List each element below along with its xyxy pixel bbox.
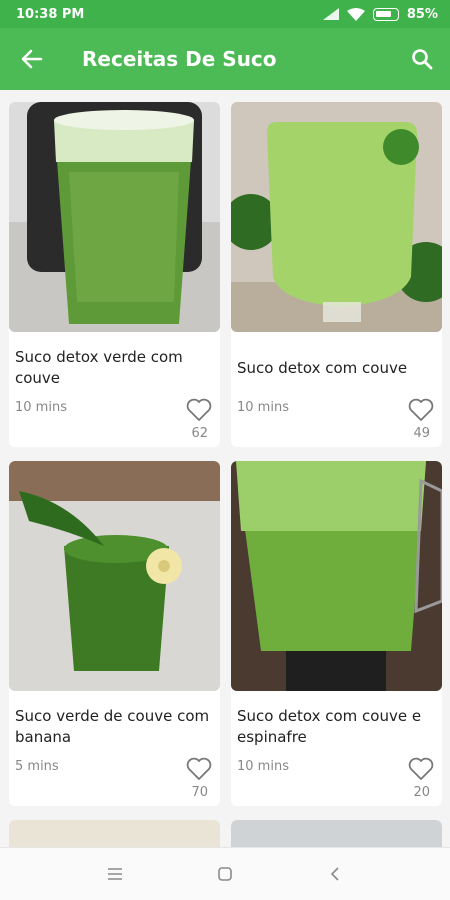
recipe-likes: 20: [413, 785, 430, 800]
recipe-photo: [231, 820, 442, 847]
recipe-title: Suco verde de couve com banana: [15, 707, 210, 746]
recipe-card[interactable]: [9, 820, 220, 847]
recipe-likes: 49: [413, 426, 430, 441]
chevron-left-icon: [330, 867, 339, 881]
recipe-title: Suco detox com couve: [237, 359, 408, 377]
recipe-photo: [9, 102, 220, 332]
heart-outline-icon[interactable]: [186, 398, 212, 422]
recipe-card[interactable]: Suco detox com couve e espinafre 10 mins…: [231, 461, 442, 806]
nav-back-button[interactable]: [315, 854, 355, 894]
recipe-photo: [9, 461, 220, 691]
recipe-time: 10 mins: [15, 400, 67, 415]
nav-home-button[interactable]: [205, 854, 245, 894]
menu-icon: [108, 868, 122, 880]
recipe-card[interactable]: Suco detox com couve 10 mins 49: [231, 102, 442, 447]
recipe-title: Suco detox com couve e espinafre: [237, 707, 422, 746]
signal-icon: [322, 8, 339, 20]
square-icon: [218, 867, 232, 881]
heart-outline-icon[interactable]: [186, 757, 212, 781]
recipe-card[interactable]: Suco detox verde com couve 10 mins 62: [9, 102, 220, 447]
recipe-card[interactable]: Suco verde de couve com banana 5 mins 70: [9, 461, 220, 806]
recipe-photo: [9, 820, 220, 847]
recipe-card[interactable]: [231, 820, 442, 847]
recipe-time: 5 mins: [15, 759, 59, 774]
page-title: Receitas De Suco: [82, 47, 277, 71]
battery-percent: 85%: [406, 6, 438, 22]
recipe-photo: [231, 461, 442, 691]
search-icon: [412, 49, 433, 70]
heart-outline-icon[interactable]: [408, 757, 434, 781]
status-time: 10:38 PM: [16, 6, 85, 22]
recipe-photo: [231, 102, 442, 332]
battery-icon: [372, 7, 399, 21]
recipe-likes: 70: [191, 785, 208, 800]
recipe-time: 10 mins: [237, 759, 289, 774]
status-icons: 85%: [322, 6, 438, 22]
wifi-icon: [346, 7, 365, 21]
recipe-time: 10 mins: [237, 400, 289, 415]
arrow-left-icon: [21, 49, 43, 69]
recipe-grid: Suco detox verde com couve 10 mins 62 Su…: [0, 90, 450, 847]
app-bar: Receitas De Suco: [0, 28, 450, 90]
nav-menu-button[interactable]: [95, 854, 135, 894]
system-nav-bar: [0, 847, 450, 900]
back-button[interactable]: [0, 28, 64, 90]
recipe-title: Suco detox verde com couve: [15, 348, 183, 387]
recipe-likes: 62: [191, 426, 208, 441]
status-bar: 10:38 PM 85%: [0, 0, 450, 28]
search-button[interactable]: [394, 28, 450, 90]
heart-outline-icon[interactable]: [408, 398, 434, 422]
